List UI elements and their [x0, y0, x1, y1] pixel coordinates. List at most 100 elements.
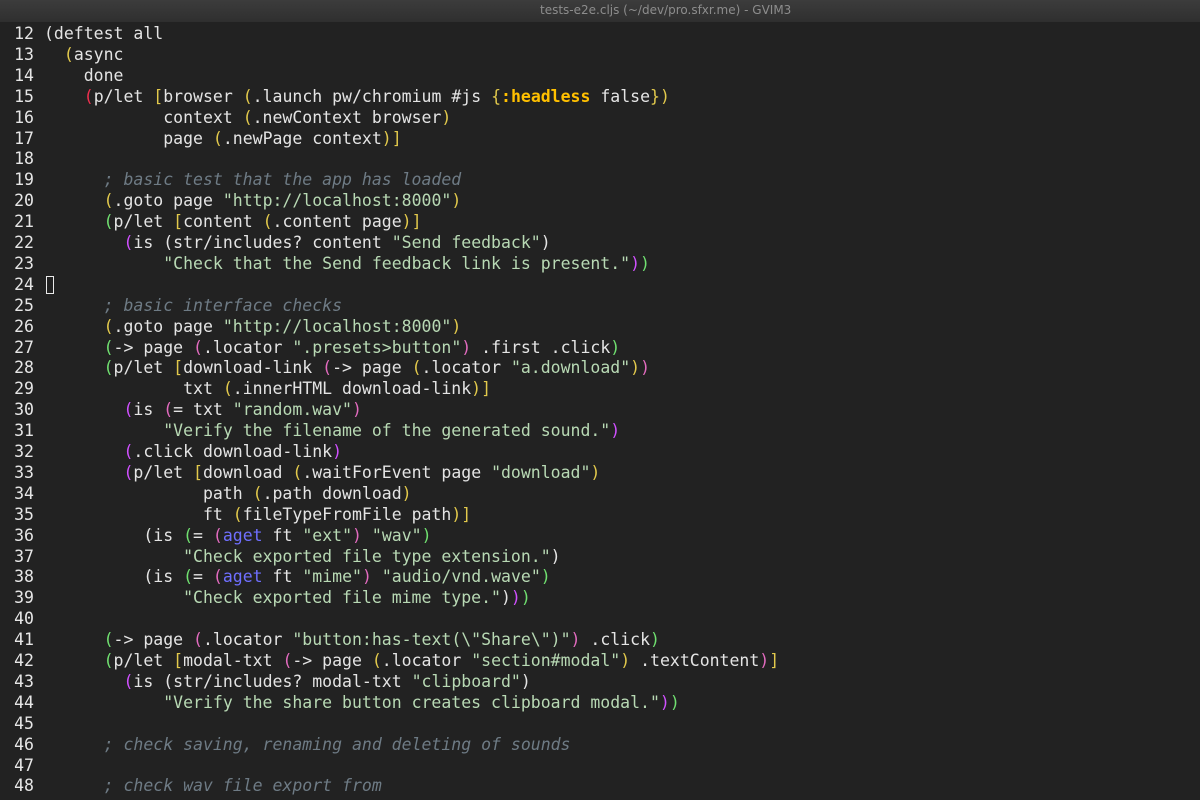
code-token: .locator [381, 651, 472, 670]
code-line[interactable]: 15 (p/let [browser (.launch pw/chromium … [0, 86, 670, 107]
code-line[interactable]: 32 (.click download-link) [0, 441, 342, 462]
code-token: ) [332, 442, 343, 461]
code-token: ( [232, 504, 243, 524]
line-code: (p/let [download (.waitForEvent page "do… [34, 463, 600, 482]
line-code: (is (= txt "random.wav") [34, 400, 361, 420]
code-token: page [44, 128, 213, 148]
code-token: ) [759, 651, 770, 670]
code-token: aget [222, 525, 263, 545]
code-token: ( [123, 442, 134, 461]
code-line[interactable]: 20 (.goto page "http://localhost:8000") [0, 190, 461, 211]
line-code: (is (str/includes? modal-txt "clipboard"… [34, 672, 530, 691]
code-token: is [133, 233, 164, 252]
code-token: p/let [93, 86, 154, 106]
code-token: ( [262, 212, 273, 232]
code-line[interactable]: 31 "Verify the filename of the generated… [0, 420, 620, 441]
code-token: "Check exported file mime type." [183, 588, 501, 608]
code-line[interactable]: 45 [0, 713, 44, 734]
line-code: path (.path download) [34, 484, 412, 503]
code-line[interactable]: 39 "Check exported file mime type."))) [0, 587, 531, 608]
code-line[interactable]: 36 (is (= (aget ft "ext") "wav") [0, 525, 431, 546]
code-token: ] [481, 379, 492, 399]
line-number: 47 [14, 755, 34, 775]
line-code: (p/let [modal-txt (-> page (.locator "se… [34, 651, 780, 670]
line-code: ; check saving, renaming and deleting of… [34, 735, 571, 754]
code-line[interactable]: 21 (p/let [content (.content page)] [0, 211, 422, 232]
code-token: ] [411, 212, 422, 232]
code-token: = [193, 567, 213, 587]
code-token: "wav" [371, 525, 422, 545]
code-token: .locator [202, 337, 293, 357]
code-line[interactable]: 26 (.goto page "http://localhost:8000") [0, 316, 461, 337]
code-line[interactable]: 47 [0, 755, 44, 776]
line-code: ; check wav file export from [34, 776, 382, 795]
code-token: ) [659, 692, 670, 712]
line-number: 19 [14, 170, 34, 190]
code-line[interactable]: 19 ; basic test that the app has loaded [0, 169, 461, 190]
code-line[interactable]: 42 (p/let [modal-txt (-> page (.locator … [0, 650, 779, 671]
code-token: ( [123, 400, 134, 420]
code-line[interactable]: 24 [0, 274, 54, 295]
code-line[interactable]: 34 path (.path download) [0, 483, 412, 504]
code-line[interactable]: 18 [0, 148, 44, 169]
code-line[interactable]: 38 (is (= (aget ft "mime") "audio/vnd.wa… [0, 566, 551, 587]
code-line[interactable]: 40 [0, 608, 44, 629]
code-line[interactable]: 41 (-> page (.locator "button:has-text(\… [0, 629, 660, 650]
code-token: .first .click [471, 337, 611, 357]
code-token: ( [252, 483, 263, 503]
code-line[interactable]: 14 done [0, 65, 123, 86]
code-token: ) [540, 567, 551, 587]
code-line[interactable]: 17 page (.newPage context)] [0, 128, 402, 149]
code-token: ( [103, 630, 114, 650]
line-code: (-> page (.locator "button:has-text(\"Sh… [34, 630, 660, 649]
code-token: ft [44, 504, 233, 524]
code-line[interactable]: 25 ; basic interface checks [0, 295, 342, 316]
code-token: context [44, 107, 243, 127]
code-line[interactable]: 16 context (.newContext browser) [0, 107, 451, 128]
code-token: ( [411, 358, 422, 378]
code-line[interactable]: 46 ; check saving, renaming and deleting… [0, 734, 571, 755]
code-line[interactable]: 48 ; check wav file export from [0, 775, 382, 796]
code-line[interactable]: 37 "Check exported file type extension."… [0, 546, 560, 567]
line-number: 48 [14, 776, 34, 796]
code-token: (str/includes? content [163, 233, 392, 252]
code-token: -> page [113, 630, 194, 650]
code-token: ) [610, 337, 621, 357]
code-line[interactable]: 30 (is (= txt "random.wav") [0, 399, 362, 420]
code-token: ) [401, 483, 412, 503]
code-token: p/let [113, 651, 174, 670]
code-line[interactable]: 23 "Check that the Send feedback link is… [0, 253, 650, 274]
window-titlebar[interactable]: tests-e2e.cljs (~/dev/pro.sfxr.me) - GVI… [0, 0, 1200, 23]
code-editor[interactable]: 12 (deftest all 13 (async 14 done 15 (p/let … [0, 22, 1200, 800]
code-line[interactable]: 28 (p/let [download-link (-> page (.loca… [0, 357, 650, 378]
code-token: .textContent [630, 651, 760, 670]
code-line[interactable]: 12 (deftest all [0, 23, 163, 44]
code-line[interactable]: 13 (async [0, 44, 123, 65]
line-number: 25 [14, 295, 34, 315]
code-token: .path download [262, 483, 402, 503]
code-token: [ [173, 651, 184, 670]
line-number: 16 [14, 107, 34, 127]
code-line[interactable]: 33 (p/let [download (.waitForEvent page … [0, 462, 600, 483]
code-token: ( [242, 107, 253, 127]
code-line[interactable]: 27 (-> page (.locator ".presets>button")… [0, 337, 620, 358]
code-token: p/let [133, 462, 194, 482]
code-line[interactable]: 35 ft (fileTypeFromFile path)] [0, 504, 471, 525]
code-token: "ext" [302, 525, 353, 545]
code-token: ) [451, 316, 462, 336]
code-token: browser [163, 86, 243, 106]
code-line[interactable]: 22 (is (str/includes? content "Send feed… [0, 232, 551, 253]
code-token: ) [630, 358, 641, 378]
code-line[interactable]: 29 txt (.innerHTML download-link)] [0, 378, 491, 399]
code-token: "http://localhost:8000" [222, 316, 452, 336]
line-number: 41 [14, 630, 34, 650]
code-token: ) [520, 588, 531, 608]
code-line[interactable]: 43 (is (str/includes? modal-txt "clipboa… [0, 671, 531, 692]
code-line[interactable]: 44 "Verify the share button creates clip… [0, 692, 680, 713]
